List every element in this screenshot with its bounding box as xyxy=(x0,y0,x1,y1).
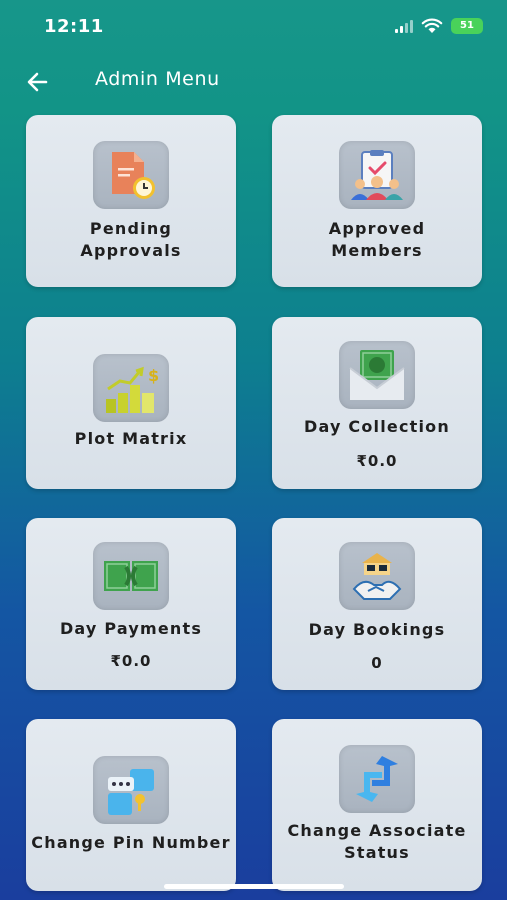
plot-matrix-label: Plot Matrix xyxy=(74,429,188,448)
day-bookings-value: 0 xyxy=(371,654,383,672)
day-collection-icon xyxy=(339,341,415,409)
day-payments-label: Day Payments xyxy=(59,619,203,638)
pending-approvals-label-2: Approvals xyxy=(80,241,182,260)
day-bookings-icon xyxy=(339,542,415,610)
change-pin-card[interactable]: Change Pin Number xyxy=(26,719,236,891)
change-pin-icon xyxy=(93,756,169,824)
change-pin-label: Change Pin Number xyxy=(31,833,231,852)
day-collection-card[interactable]: Day Collection ₹0.0 xyxy=(272,317,482,489)
change-associate-status-card[interactable]: Change Associate Status xyxy=(272,719,482,891)
admin-menu-grid: Pending Approvals Approved Members $ Plo… xyxy=(0,0,507,900)
day-bookings-card[interactable]: Day Bookings 0 xyxy=(272,518,482,690)
pending-approvals-label-1: Pending xyxy=(89,219,173,238)
approved-members-card[interactable]: Approved Members xyxy=(272,115,482,287)
plot-matrix-card[interactable]: $ Plot Matrix xyxy=(26,317,236,489)
pending-approvals-card[interactable]: Pending Approvals xyxy=(26,115,236,287)
day-payments-card[interactable]: Day Payments ₹0.0 xyxy=(26,518,236,690)
approved-members-label-1: Approved xyxy=(328,219,426,238)
change-associate-status-label-2: Status xyxy=(344,843,410,862)
plot-matrix-icon: $ xyxy=(93,354,169,422)
day-payments-value: ₹0.0 xyxy=(110,652,152,670)
pending-approvals-icon xyxy=(93,141,169,209)
day-bookings-label: Day Bookings xyxy=(308,620,446,639)
approved-members-label-2: Members xyxy=(331,241,423,260)
day-collection-value: ₹0.0 xyxy=(356,452,398,470)
day-payments-icon xyxy=(93,542,169,610)
change-associate-status-icon xyxy=(339,745,415,813)
change-associate-status-label-1: Change Associate xyxy=(287,821,467,840)
day-collection-label: Day Collection xyxy=(304,417,450,436)
home-indicator[interactable] xyxy=(164,884,344,889)
svg-text:$: $ xyxy=(148,366,159,385)
approved-members-icon xyxy=(339,141,415,209)
